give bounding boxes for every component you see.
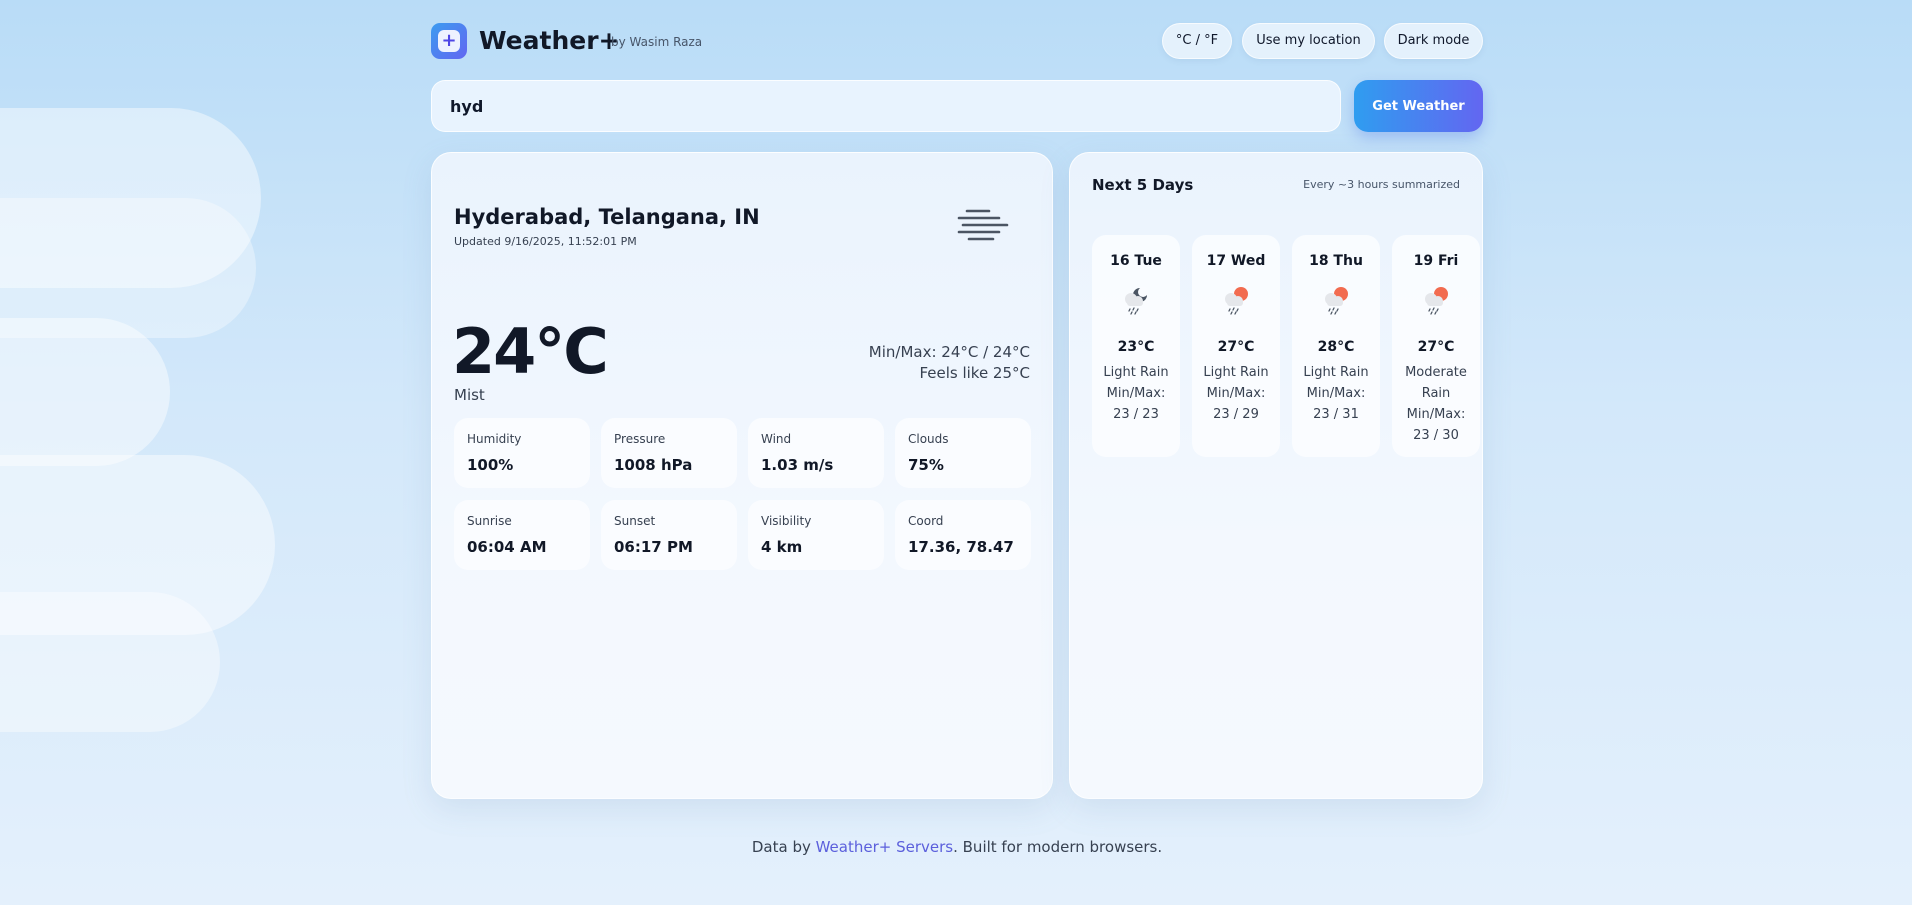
dark-mode-button[interactable]: Dark mode	[1384, 23, 1483, 59]
stat-label: Sunrise	[467, 514, 512, 528]
stat-label: Pressure	[614, 432, 666, 446]
forecast-day: 18 Thu 28°C Light Rain Min/Max: 23 / 31	[1292, 235, 1380, 457]
stat-value: 06:17 PM	[614, 538, 693, 556]
forecast-day-desc: Light Rain Min/Max: 23 / 23	[1092, 362, 1180, 425]
forecast-condition: Light Rain	[1303, 365, 1369, 380]
mist-icon	[957, 209, 1009, 241]
footer-suffix: . Built for modern browsers.	[953, 838, 1163, 856]
stat-label: Clouds	[908, 432, 949, 446]
forecast-card: Next 5 Days Every ~3 hours summarized 16…	[1069, 152, 1483, 799]
city-search-input[interactable]	[431, 80, 1341, 132]
stat-humidity: Humidity 100%	[454, 418, 590, 488]
forecast-subtitle: Every ~3 hours summarized	[1303, 178, 1460, 191]
forecast-minmax-label: Min/Max:	[1106, 386, 1166, 401]
forecast-day-temp: 27°C	[1417, 339, 1455, 355]
forecast-day: 17 Wed 27°C Light Rain Min/Max: 23 / 29	[1192, 235, 1280, 457]
app-title: Weather+	[479, 26, 620, 55]
unit-toggle-button[interactable]: °C / °F	[1162, 23, 1232, 59]
decorative-cloud	[0, 318, 170, 466]
city-name: Hyderabad, Telangana, IN	[454, 205, 760, 229]
stat-coord: Coord 17.36, 78.47	[895, 500, 1031, 570]
forecast-minmax: 23 / 30	[1413, 428, 1459, 443]
forecast-minmax-label: Min/Max:	[1406, 407, 1466, 422]
stat-value: 4 km	[761, 538, 803, 556]
forecast-day-desc: Light Rain Min/Max: 23 / 31	[1292, 362, 1380, 425]
stat-value: 1.03 m/s	[761, 456, 834, 474]
footer: Data by Weather+ Servers. Built for mode…	[431, 838, 1483, 856]
stat-sunset: Sunset 06:17 PM	[601, 500, 737, 570]
min-max-temperature: Min/Max: 24°C / 24°C	[868, 343, 1030, 361]
stat-label: Coord	[908, 514, 944, 528]
day-rain-icon	[1425, 287, 1448, 315]
forecast-day: 19 Fri 27°C Moderate Rain Min/Max: 23 / …	[1392, 235, 1480, 457]
updated-timestamp: Updated 9/16/2025, 11:52:01 PM	[454, 235, 637, 248]
forecast-day-name: 18 Thu	[1309, 253, 1363, 269]
stat-label: Wind	[761, 432, 792, 446]
forecast-day-name: 19 Fri	[1413, 253, 1459, 269]
current-temperature: 24°C	[452, 315, 609, 388]
forecast-day-name: 16 Tue	[1110, 253, 1162, 269]
stat-visibility: Visibility 4 km	[748, 500, 884, 570]
stat-label: Sunset	[614, 514, 656, 528]
stat-label: Visibility	[761, 514, 812, 528]
forecast-day-name: 17 Wed	[1206, 253, 1266, 269]
forecast-day-temp: 27°C	[1217, 339, 1255, 355]
stat-value: 06:04 AM	[467, 538, 547, 556]
forecast-condition: Light Rain	[1103, 365, 1169, 380]
use-location-button[interactable]: Use my location	[1242, 23, 1375, 59]
app-author: by Wasim Raza	[611, 35, 703, 49]
stat-label: Humidity	[467, 432, 522, 446]
footer-prefix: Data by	[751, 838, 816, 856]
app-logo: +	[431, 23, 467, 59]
stat-value: 17.36, 78.47	[908, 538, 1014, 556]
plus-icon: +	[438, 30, 460, 52]
footer-link[interactable]: Weather+ Servers	[816, 838, 954, 856]
stat-wind: Wind 1.03 m/s	[748, 418, 884, 488]
forecast-day: 16 Tue 23°C Light Rain Min/Max: 23 / 23	[1092, 235, 1180, 457]
stat-sunrise: Sunrise 06:04 AM	[454, 500, 590, 570]
feels-like: Feels like 25°C	[919, 364, 1030, 382]
forecast-day-desc: Moderate Rain Min/Max: 23 / 30	[1392, 362, 1480, 446]
day-rain-icon	[1225, 287, 1248, 315]
stat-value: 100%	[467, 456, 514, 474]
forecast-minmax-label: Min/Max:	[1306, 386, 1366, 401]
stat-value: 1008 hPa	[614, 456, 693, 474]
app-header: + Weather+ by Wasim Raza °C / °F Use my …	[431, 22, 1483, 60]
get-weather-button[interactable]: Get Weather	[1354, 80, 1483, 132]
decorative-cloud	[0, 592, 220, 732]
decorative-cloud	[0, 198, 256, 338]
forecast-minmax-label: Min/Max:	[1206, 386, 1266, 401]
forecast-day-desc: Light Rain Min/Max: 23 / 29	[1192, 362, 1280, 425]
forecast-minmax: 23 / 23	[1113, 407, 1159, 422]
forecast-minmax: 23 / 29	[1213, 407, 1259, 422]
forecast-day-temp: 28°C	[1317, 339, 1355, 355]
stat-clouds: Clouds 75%	[895, 418, 1031, 488]
night-rain-icon	[1125, 287, 1148, 315]
forecast-title: Next 5 Days	[1092, 176, 1194, 194]
forecast-condition: Light Rain	[1203, 365, 1269, 380]
current-weather-card: Hyderabad, Telangana, IN Updated 9/16/20…	[431, 152, 1053, 799]
stat-value: 75%	[908, 456, 944, 474]
forecast-minmax: 23 / 31	[1313, 407, 1359, 422]
day-rain-icon	[1325, 287, 1348, 315]
forecast-day-temp: 23°C	[1117, 339, 1155, 355]
current-condition: Mist	[454, 386, 485, 404]
stat-pressure: Pressure 1008 hPa	[601, 418, 737, 488]
app-container: + Weather+ by Wasim Raza °C / °F Use my …	[431, 0, 1483, 905]
forecast-condition: Moderate Rain	[1405, 365, 1467, 401]
